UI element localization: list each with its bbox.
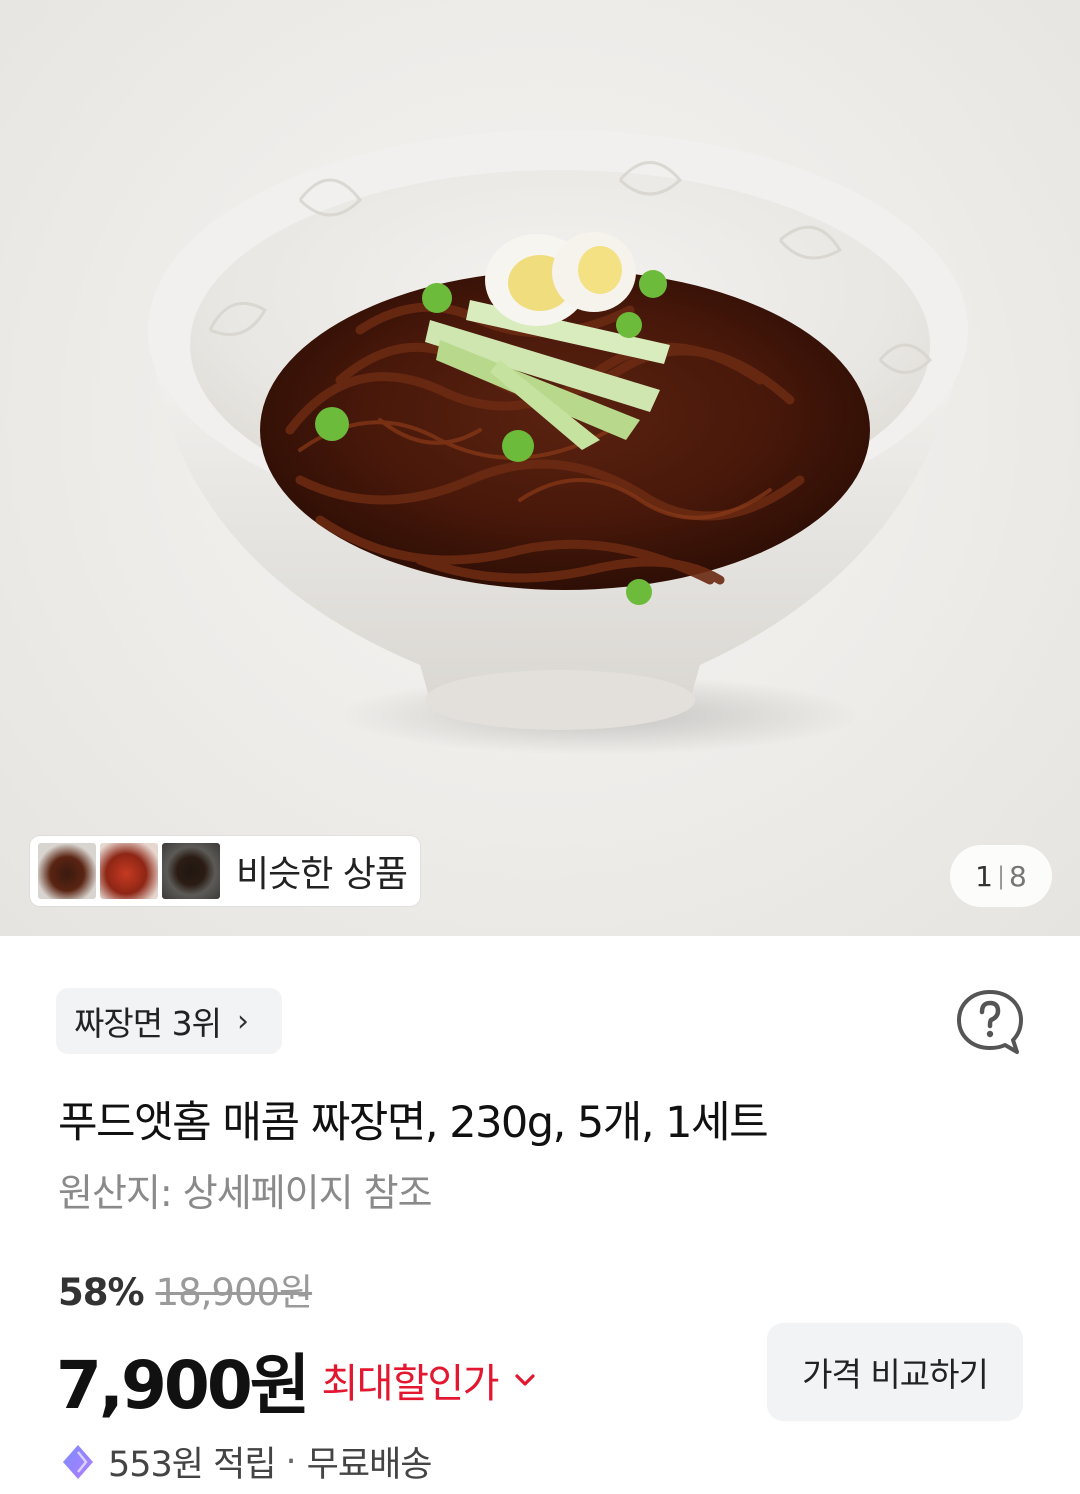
best-price-toggle[interactable]: 최대할인가 bbox=[321, 1351, 499, 1409]
similar-product-thumbnail bbox=[38, 843, 96, 899]
similar-product-thumbnail bbox=[162, 843, 220, 899]
original-price: 18,900원 bbox=[155, 1271, 314, 1314]
similar-product-thumbnail bbox=[100, 843, 158, 899]
separator-dot: · bbox=[285, 1441, 297, 1482]
category-rank-chip[interactable]: 짜장면 3위 › bbox=[56, 988, 282, 1054]
cash-badge-icon bbox=[63, 1444, 93, 1479]
benefits-row: 553원 적립 · 무료배송 bbox=[58, 1436, 433, 1487]
product-image-gallery[interactable]: 비슷한 상품 1 | 8 bbox=[0, 0, 1080, 936]
reward-points: 553원 적립 bbox=[108, 1445, 277, 1485]
origin-info: 원산지: 상세페이지 참조 bbox=[58, 1171, 433, 1215]
similar-products-button[interactable]: 비슷한 상품 bbox=[30, 836, 420, 906]
image-page-indicator: 1 | 8 bbox=[950, 845, 1052, 907]
discount-row: 58% 18,900원 bbox=[58, 1262, 314, 1316]
question-bubble-icon[interactable] bbox=[955, 988, 1025, 1056]
page-separator: | bbox=[996, 862, 1006, 890]
category-rank-label: 짜장면 3위 bbox=[74, 1004, 222, 1043]
similar-products-label: 비슷한 상품 bbox=[236, 854, 408, 895]
chevron-right-icon: › bbox=[236, 1003, 249, 1039]
current-image-index: 1 bbox=[975, 859, 993, 893]
sale-price: 7,900원 bbox=[56, 1347, 310, 1424]
price-row: 7,900원 최대할인가 bbox=[56, 1332, 538, 1428]
product-photo bbox=[148, 130, 968, 755]
discount-percent: 58% bbox=[58, 1271, 145, 1314]
total-image-count: 8 bbox=[1009, 859, 1027, 893]
product-title: 푸드앳홈 매콤 짜장면, 230g, 5개, 1세트 bbox=[58, 1098, 769, 1148]
compare-price-button[interactable]: 가격 비교하기 bbox=[767, 1323, 1023, 1421]
free-shipping-label: 무료배송 bbox=[306, 1445, 433, 1485]
chevron-down-icon[interactable] bbox=[512, 1367, 538, 1393]
